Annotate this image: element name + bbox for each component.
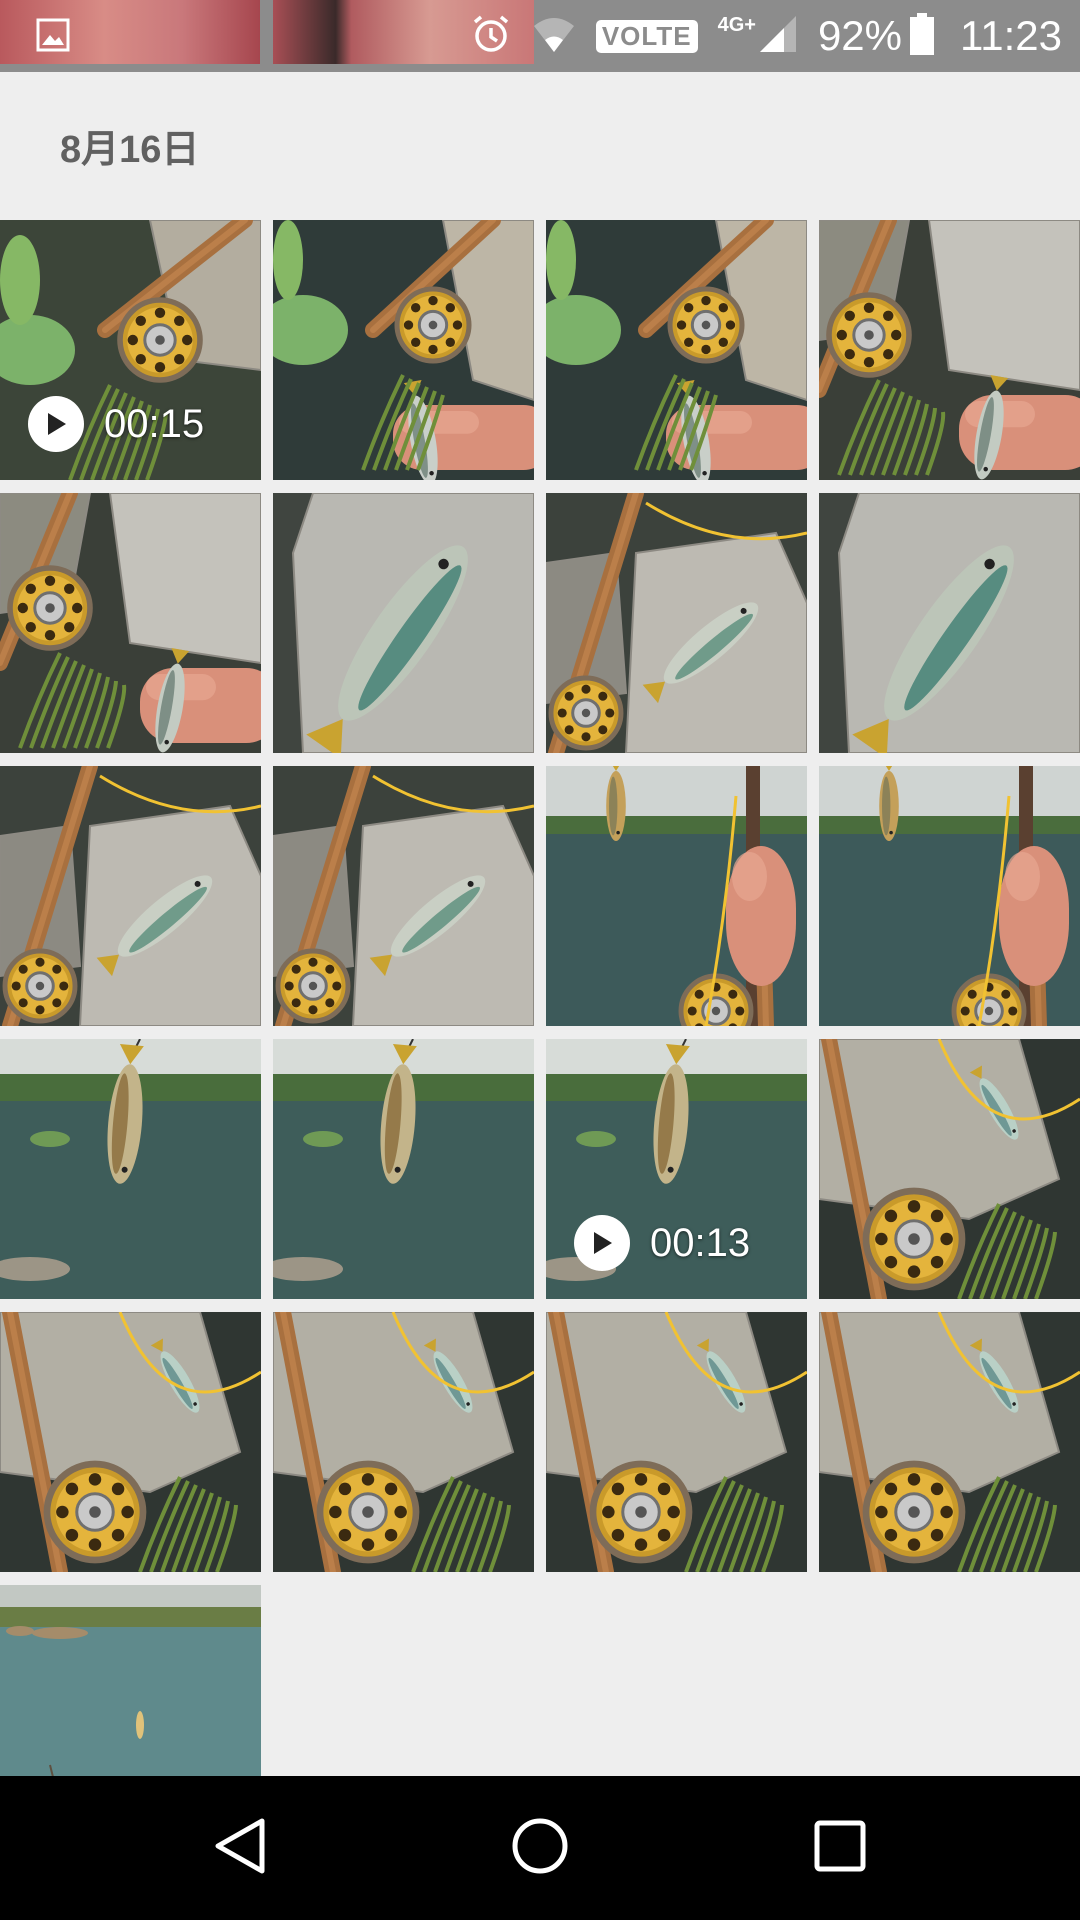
battery-percent: 92% — [817, 12, 902, 59]
photo-thumbnail[interactable] — [273, 493, 534, 753]
back-icon — [212, 1816, 268, 1881]
play-icon — [574, 1215, 630, 1271]
thumbnail-image — [819, 1039, 1080, 1299]
photo-thumbnail[interactable] — [819, 766, 1080, 1026]
signal-icon — [758, 14, 798, 59]
photo-thumbnail[interactable] — [273, 220, 534, 480]
status-icons: VOLTE 4G+ 92% 11:23 — [470, 0, 1062, 72]
thumbnail-image — [273, 220, 534, 480]
thumbnail-image — [0, 493, 261, 753]
navigation-bar — [0, 1776, 1080, 1920]
clock: 11:23 — [960, 12, 1062, 59]
photo-thumbnail[interactable] — [0, 1039, 261, 1299]
photo-thumbnail[interactable] — [0, 766, 261, 1026]
photo-thumbnail[interactable] — [546, 493, 807, 753]
play-icon — [28, 396, 84, 452]
recents-icon — [813, 1819, 867, 1878]
photo-thumbnail[interactable] — [0, 1312, 261, 1572]
video-thumbnail[interactable]: 00:15 — [0, 220, 261, 480]
photo-thumbnail[interactable] — [546, 1312, 807, 1572]
photo-thumbnail[interactable] — [819, 1312, 1080, 1572]
video-duration: 00:15 — [104, 401, 205, 446]
thumbnail-image — [546, 766, 807, 1026]
photo-thumbnail[interactable] — [273, 1312, 534, 1572]
volte-badge: VOLTE — [595, 19, 698, 53]
photo-thumbnail[interactable] — [273, 766, 534, 1026]
back-button[interactable] — [185, 1793, 295, 1903]
recents-button[interactable] — [785, 1793, 895, 1903]
thumbnail-image — [819, 766, 1080, 1026]
video-badge: 00:13 — [574, 1215, 750, 1271]
home-icon — [510, 1816, 570, 1881]
photo-thumbnail[interactable] — [546, 220, 807, 480]
thumbnail-image — [546, 493, 807, 753]
thumbnail-image — [273, 1039, 534, 1299]
status-bar: VOLTE 4G+ 92% 11:23 — [0, 0, 1080, 72]
battery-icon — [910, 12, 934, 60]
photo-thumbnail[interactable] — [0, 493, 261, 753]
photo-thumbnail[interactable] — [819, 220, 1080, 480]
thumbnail-image — [0, 1039, 261, 1299]
home-button[interactable] — [485, 1793, 595, 1903]
photo-thumbnail[interactable] — [546, 766, 807, 1026]
video-thumbnail[interactable]: 00:13 — [546, 1039, 807, 1299]
wifi-icon — [532, 14, 576, 59]
photo-thumbnail[interactable] — [273, 1039, 534, 1299]
thumbnail-image — [0, 1312, 261, 1572]
video-badge: 00:15 — [28, 396, 204, 452]
thumbnail-image — [819, 1312, 1080, 1572]
thumbnail-image — [273, 493, 534, 753]
photo-thumbnail[interactable] — [819, 493, 1080, 753]
thumbnail-image — [273, 1312, 534, 1572]
video-duration: 00:13 — [650, 1220, 751, 1265]
alarm-icon — [470, 13, 512, 60]
thumbnail-image — [273, 766, 534, 1026]
network-type-label: 4G+ — [717, 14, 756, 36]
thumbnail-image — [546, 220, 807, 480]
thumbnail-image — [0, 766, 261, 1026]
date-header: 8月16日 — [60, 129, 200, 171]
photo-thumbnail[interactable] — [819, 1039, 1080, 1299]
thumbnail-image — [819, 493, 1080, 753]
thumbnail-image — [819, 220, 1080, 480]
thumbnail-image — [546, 1312, 807, 1572]
image-icon — [36, 18, 70, 52]
